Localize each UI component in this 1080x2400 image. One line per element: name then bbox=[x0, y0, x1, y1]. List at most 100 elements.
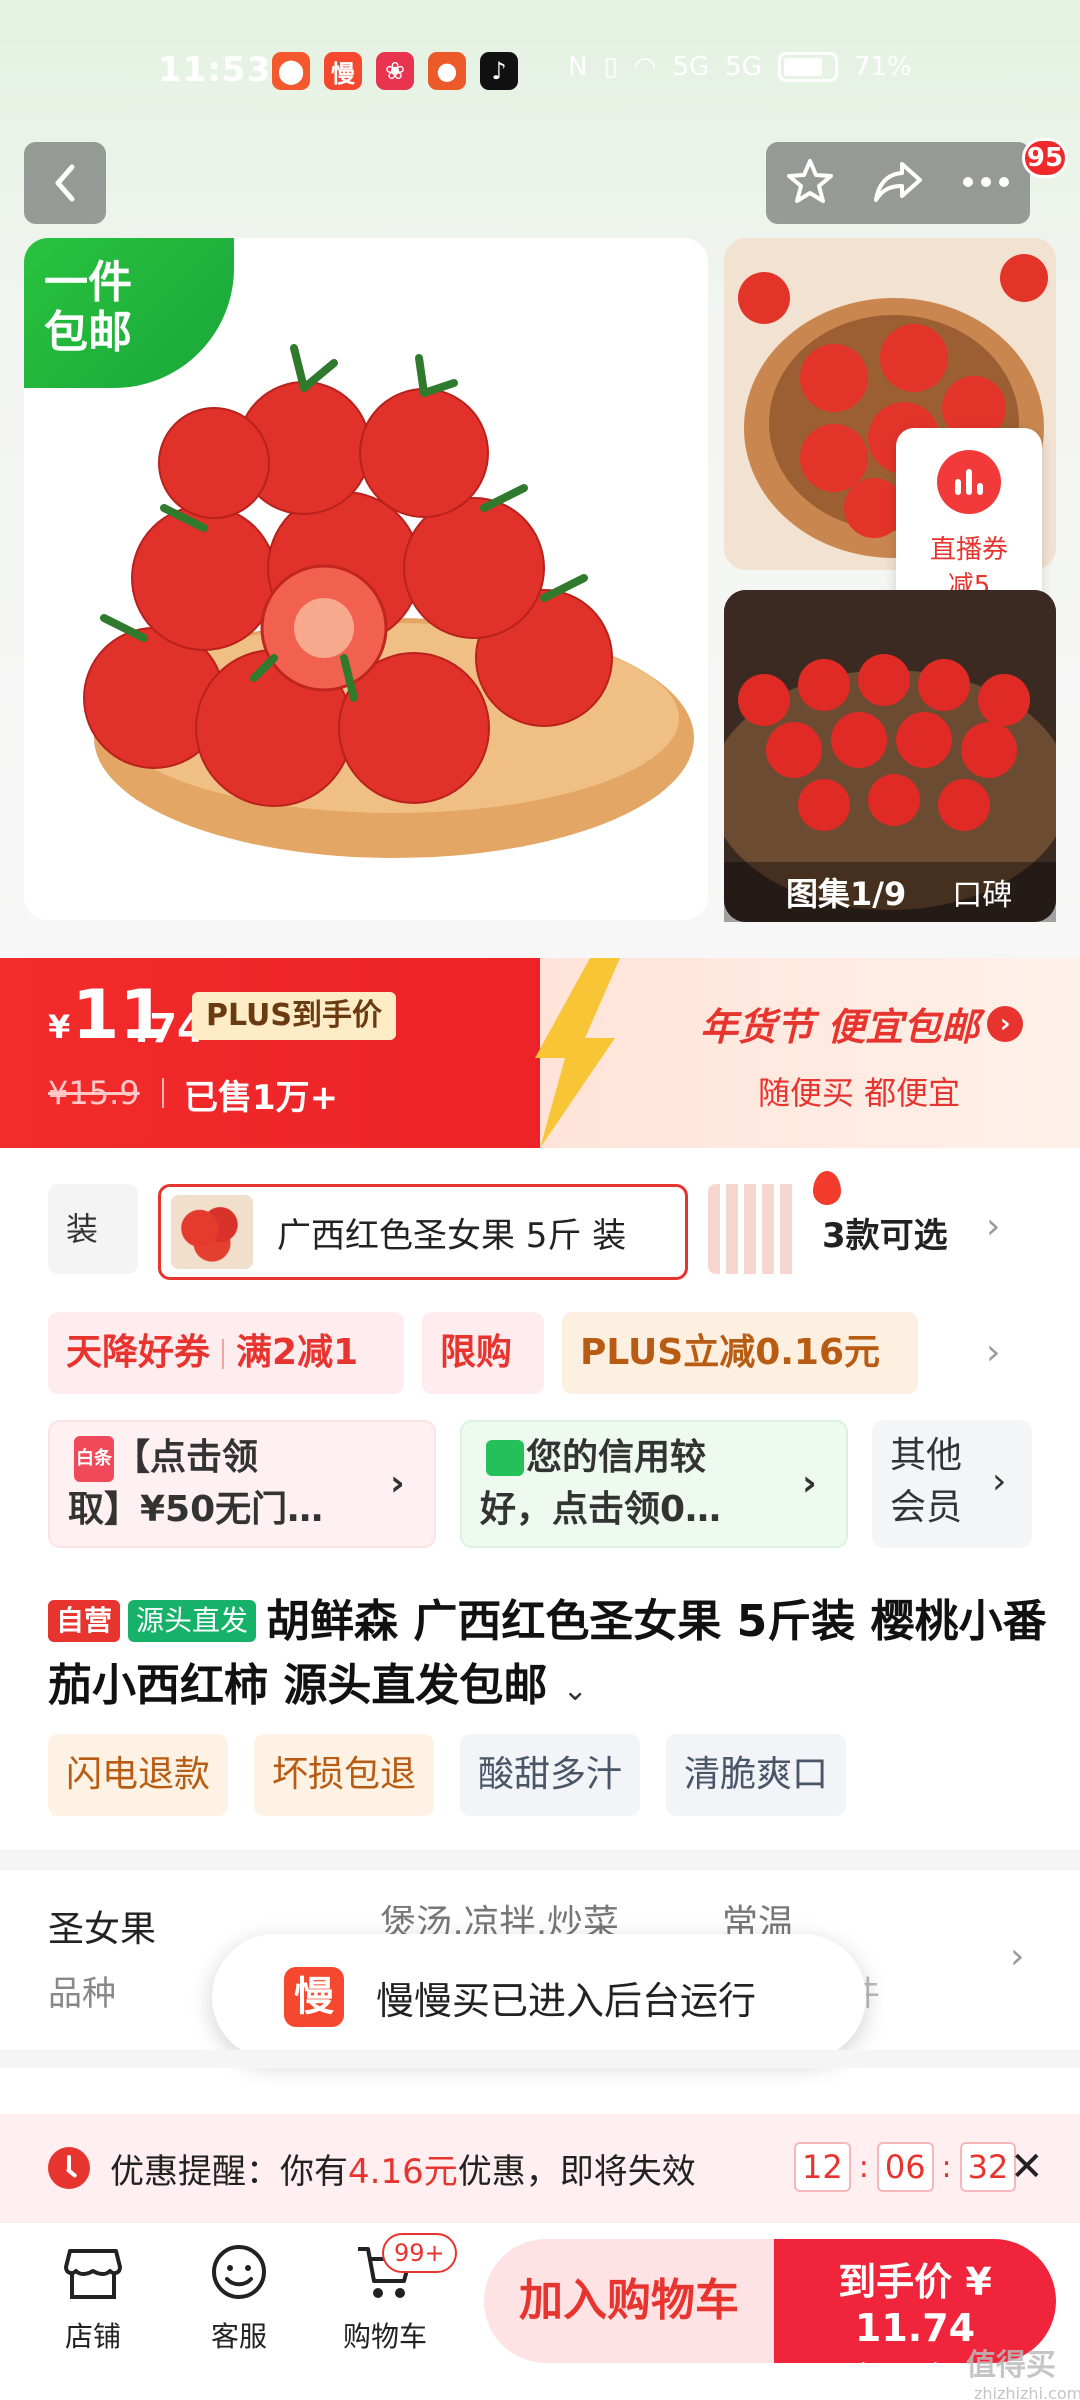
share-icon bbox=[873, 162, 922, 202]
price-banner: ¥ 11 .74 PLUS到手价 ¥15.9 已售1万+ 年货节 便宜包邮 › … bbox=[0, 958, 1080, 1148]
more-dots-icon bbox=[963, 176, 1010, 187]
sku-more-count[interactable]: 3款可选 bbox=[822, 1208, 948, 1257]
self-operated-tag: 自营 bbox=[48, 1600, 121, 1642]
sku-option-selected[interactable]: 广西红色圣女果 5斤 装 bbox=[158, 1171, 841, 1280]
sku-selected-label: 广西红色圣女果 5斤 装 bbox=[277, 1215, 627, 1256]
card2-line2: 好，点击领0… bbox=[480, 1489, 722, 1530]
reminder-amount: 4.16元 bbox=[348, 2151, 458, 2192]
signal-icon-2: 5G bbox=[725, 52, 762, 82]
festival-banner[interactable] bbox=[540, 958, 1080, 1148]
feature-tag: 闪电退款 bbox=[48, 1734, 229, 1816]
status-bar: 11:53 ⬤ 慢 ❀ ● ♪ N ▯ ◠ 5G 5G 71% bbox=[0, 40, 1080, 106]
star-icon bbox=[786, 159, 833, 203]
store-button[interactable]: 店铺 bbox=[38, 2241, 148, 2355]
buy-price-label: 到手价 ¥ 11.74 bbox=[838, 2260, 992, 2350]
timer-colon: : bbox=[858, 2149, 869, 2185]
chevron-down-icon[interactable]: ⌄ bbox=[563, 1673, 588, 1708]
coupon-full-reduction[interactable]: 天降好券 满2减1 bbox=[48, 1312, 404, 1394]
store-icon bbox=[62, 2241, 124, 2303]
status-app-icons: ⬤ 慢 ❀ ● ♪ bbox=[272, 52, 518, 90]
shopping-bag-icon bbox=[486, 1440, 524, 1476]
timer-minutes: 06 bbox=[876, 2142, 934, 2192]
credit-coupon-card[interactable]: 您的信用较 好，点击领0… › bbox=[460, 1420, 848, 1548]
reviews-tab[interactable]: 口碑 bbox=[952, 870, 1012, 914]
card2-line1: 您的信用较 bbox=[526, 1437, 707, 1478]
feature-tag: 坏损包退 bbox=[254, 1734, 435, 1816]
app-notify-icon-3: ● bbox=[428, 52, 466, 90]
app-notify-icon-2: ❀ bbox=[376, 52, 414, 90]
nfc-icon: N bbox=[568, 52, 588, 82]
cart-label: 购物车 bbox=[342, 2320, 427, 2353]
attr-variety-label: 品种 bbox=[48, 1974, 116, 2014]
store-label: 店铺 bbox=[64, 2320, 121, 2353]
price-divider bbox=[162, 1078, 164, 1108]
share-button[interactable] bbox=[872, 158, 924, 208]
battery-percent: 71% bbox=[853, 52, 912, 82]
sku-more-thumbnail[interactable] bbox=[708, 1184, 798, 1274]
background-toast: 慢 慢慢买已进入后台运行 bbox=[212, 1934, 866, 2060]
baitiao-coupon-card[interactable]: 白条 【点击领 取】¥50无门… › bbox=[48, 1420, 436, 1548]
chevron-right-icon: › bbox=[390, 1463, 405, 1504]
ribbon-text: 一件 包邮 bbox=[44, 257, 132, 358]
chevron-right-icon[interactable]: › bbox=[986, 1206, 1000, 1247]
app-notify-icon: ⬤ bbox=[272, 52, 310, 90]
feature-tag: 清脆爽口 bbox=[666, 1734, 847, 1816]
product-title[interactable]: 自营 源头直发 胡鲜森 广西红色圣女果 5斤装 樱桃小番茄小西红柿 源头直发包邮 ⌄ bbox=[48, 1590, 1048, 1723]
reminder-prefix: 优惠提醒：你有 bbox=[110, 2151, 348, 2192]
favorite-button[interactable] bbox=[785, 156, 835, 210]
coupon-row: 天降好券 满2减1 限购 PLUS立减0.16元 › bbox=[0, 1312, 1080, 1396]
section-divider bbox=[0, 2050, 1080, 2068]
vibrate-icon: ▯ bbox=[603, 52, 618, 82]
festival-title[interactable]: 年货节 便宜包邮 › bbox=[700, 996, 1024, 1051]
sku-thumbnail bbox=[171, 1195, 253, 1269]
section-divider bbox=[0, 1850, 1080, 1870]
reminder-text: 优惠提醒：你有4.16元优惠，即将失效 bbox=[110, 2144, 696, 2193]
add-to-cart-button[interactable]: 加入购物车 bbox=[484, 2239, 774, 2363]
feature-tag: 酸甜多汁 bbox=[460, 1734, 641, 1816]
gallery-index-bar: 图集1/9 口碑 bbox=[724, 862, 1056, 922]
signal-icon-1: 5G bbox=[672, 52, 710, 82]
gallery-index[interactable]: 图集1/9 bbox=[786, 869, 906, 915]
chevron-left-icon bbox=[55, 164, 75, 202]
other-member-card[interactable]: 其他 会员 › bbox=[872, 1420, 1032, 1548]
chevron-right-icon: › bbox=[992, 1461, 1007, 1502]
coupon-value: 满2减1 bbox=[236, 1332, 359, 1373]
main-product-image[interactable]: 一件 包邮 bbox=[24, 238, 708, 920]
coupon-plus-discount[interactable]: PLUS立减0.16元 bbox=[562, 1312, 918, 1394]
sku-option-prev[interactable]: 装 bbox=[48, 1184, 138, 1274]
source-direct-tag: 源头直发 bbox=[128, 1600, 257, 1642]
timer-seconds: 32 bbox=[959, 2142, 1017, 2192]
hot-flame-icon bbox=[813, 1171, 841, 1205]
sold-count: 已售1万+ bbox=[184, 1078, 339, 1118]
coupon-limit[interactable]: 限购 bbox=[422, 1312, 544, 1394]
toast-text: 慢慢买已进入后台运行 bbox=[376, 1978, 757, 2023]
plus-price-tag: PLUS到手价 bbox=[192, 992, 397, 1040]
customer-service-button[interactable]: 客服 bbox=[184, 2241, 294, 2355]
timer-hours: 12 bbox=[794, 2142, 851, 2192]
reminder-suffix: 优惠，即将失效 bbox=[457, 2151, 696, 2192]
card1-line2: 取】¥50无门… bbox=[68, 1489, 324, 1530]
chevron-right-icon[interactable]: › bbox=[986, 1332, 1000, 1373]
watermark-domain: zhizhizhi.com bbox=[974, 2384, 1080, 2400]
manmanmai-logo-icon: 慢 bbox=[284, 1967, 344, 2027]
live-coupon-line1: 直播券 bbox=[929, 535, 1008, 565]
chevron-right-icon: › bbox=[1010, 1936, 1025, 1977]
timer-colon: : bbox=[941, 2149, 952, 2185]
manmanmai-app-icon: 慢 bbox=[324, 52, 362, 90]
clock-icon bbox=[48, 2147, 90, 2189]
promo-cards: 白条 【点击领 取】¥50无门… › 您的信用较 好，点击领0… › 其他 会员… bbox=[0, 1420, 1080, 1550]
wifi-icon: ◠ bbox=[633, 52, 657, 82]
feature-tags: 闪电退款 坏损包退 酸甜多汁 清脆爽口 bbox=[48, 1734, 847, 1816]
countdown-timer: 12 : 06 : 32 bbox=[794, 2142, 1017, 2192]
more-button[interactable] bbox=[961, 174, 1011, 193]
tiktok-icon: ♪ bbox=[480, 52, 518, 90]
baitiao-icon: 白条 bbox=[74, 1436, 114, 1482]
battery-icon bbox=[777, 52, 838, 82]
back-button[interactable] bbox=[24, 142, 106, 224]
close-icon[interactable]: ✕ bbox=[1010, 2144, 1044, 2190]
watermark: 值得买 zhizhizhi.com bbox=[966, 2340, 1080, 2400]
original-price: ¥15.9 bbox=[48, 1074, 140, 1112]
discount-reminder-bar[interactable]: 优惠提醒：你有4.16元优惠，即将失效 12 : 06 : 32 ✕ bbox=[0, 2114, 1080, 2222]
customer-service-label: 客服 bbox=[210, 2320, 267, 2353]
chevron-right-icon: › bbox=[802, 1463, 817, 1504]
